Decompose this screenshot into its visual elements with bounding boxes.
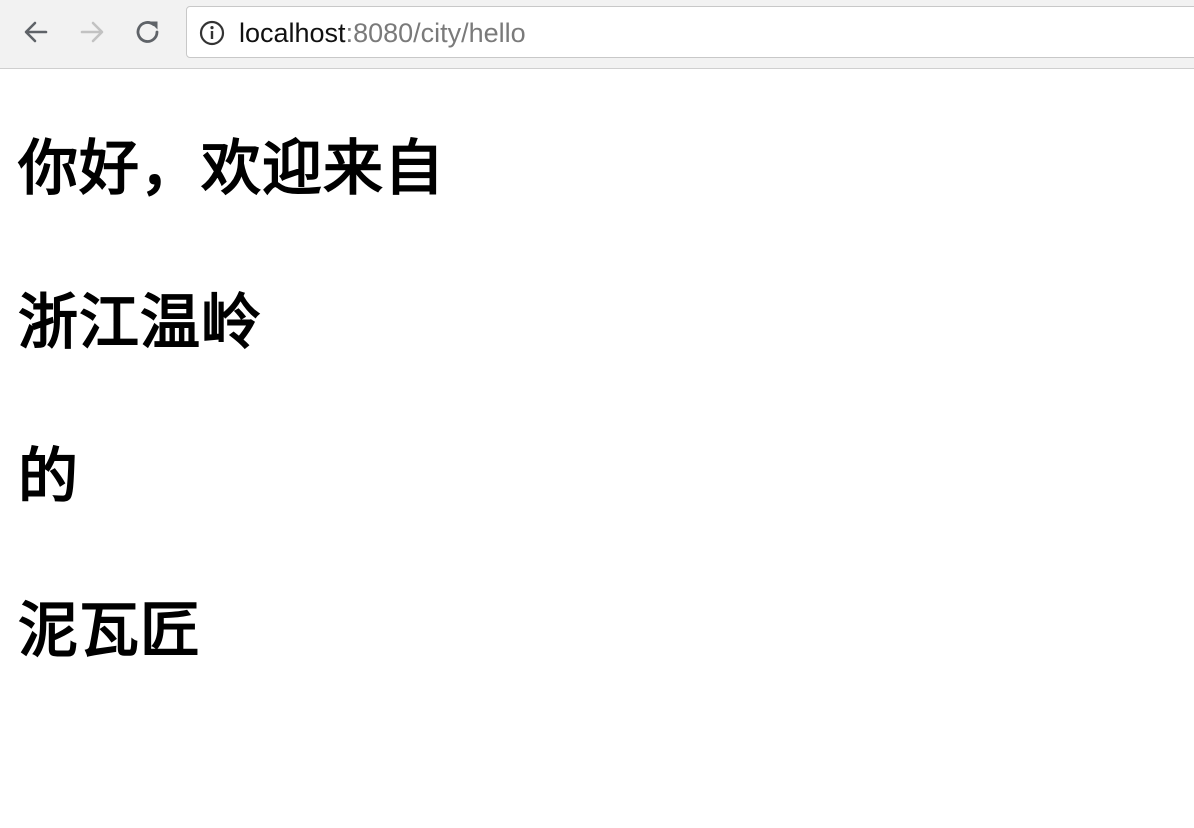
forward-button[interactable] [74,14,110,50]
reload-button[interactable] [130,14,166,50]
url-path: :8080/city/hello [345,18,526,48]
greeting-line: 你好，欢迎来自 [18,134,445,204]
url-host: localhost [239,18,346,48]
reload-icon [136,21,159,43]
arrow-left-icon [24,21,48,43]
name-line: 泥瓦匠 [18,596,201,666]
place-line: 浙江温岭 [18,288,262,358]
back-button[interactable] [18,14,54,50]
url-text[interactable]: localhost:8080/city/hello [239,18,526,48]
info-icon[interactable] [199,20,225,46]
browser-toolbar: localhost:8080/city/hello [0,0,1194,69]
page-content: 你好，欢迎来自 浙江温岭 的 泥瓦匠 [18,92,1178,708]
arrow-right-icon [80,21,104,43]
address-bar[interactable]: localhost:8080/city/hello [186,6,1194,58]
particle-line: 的 [18,442,79,512]
